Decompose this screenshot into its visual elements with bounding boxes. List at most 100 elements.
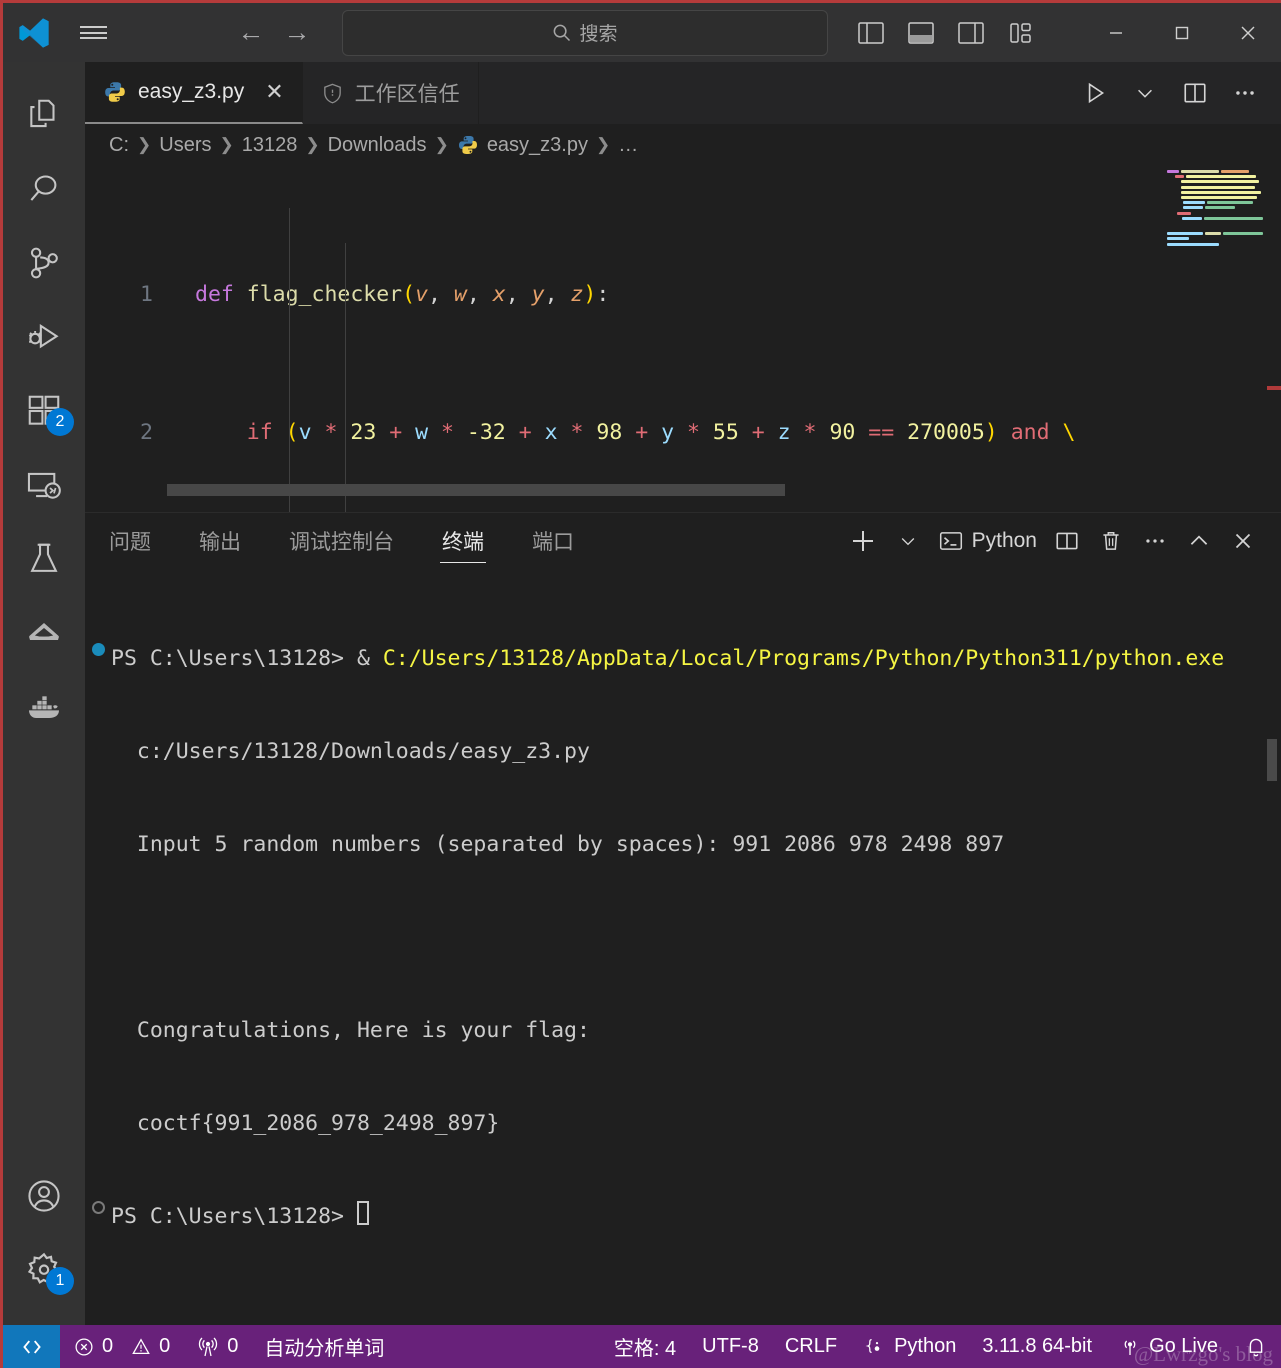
source-control-icon — [30, 247, 58, 279]
workbench-body: 2 1 easy_z3.py ✕ 工作区信任 C: ❯ Users ❯ 1312… — [3, 62, 1281, 1325]
line-number: 1 — [140, 281, 153, 307]
tab-ports[interactable]: 端口 — [530, 520, 576, 562]
more-actions-button[interactable] — [1223, 71, 1267, 115]
status-eol[interactable]: CRLF — [772, 1325, 850, 1368]
menu-bar-2 — [79, 31, 107, 34]
close-icon[interactable]: ✕ — [265, 79, 283, 105]
close-panel-button[interactable] — [1223, 519, 1263, 563]
status-interpreter[interactable]: 3.11.8 64-bit — [969, 1325, 1105, 1368]
remote-indicator-button[interactable] — [3, 1325, 60, 1368]
panel-more-actions-button[interactable] — [1135, 519, 1175, 563]
status-notifications[interactable] — [1231, 1325, 1281, 1368]
minimap[interactable] — [1163, 166, 1267, 512]
editor-tab-bar: easy_z3.py ✕ 工作区信任 — [85, 62, 1281, 124]
terminal-shell-entry[interactable]: Python — [932, 519, 1043, 563]
sidebar-item-anaconda[interactable] — [3, 596, 85, 670]
search-icon — [30, 175, 57, 201]
tab-debug-console[interactable]: 调试控制台 — [287, 520, 396, 562]
tab-problems[interactable]: 问题 — [107, 520, 153, 562]
customize-layout-icon[interactable] — [1006, 18, 1036, 48]
command-center-search[interactable]: 搜索 — [342, 9, 828, 56]
terminal-output[interactable]: PS C:\Users\13128> & C:/Users/13128/AppD… — [85, 569, 1281, 1325]
menu-bar-3 — [79, 37, 107, 39]
breadcrumb-item-users[interactable]: Users — [159, 134, 211, 157]
terminal-prompt: PS C:\Users\13128> — [111, 1204, 357, 1229]
terminal-line: c:/Users/13128/Downloads/easy_z3.py — [85, 736, 1281, 767]
debug-icon — [29, 324, 59, 349]
maximize-panel-button[interactable] — [1179, 519, 1219, 563]
minimize-button[interactable] — [1083, 3, 1149, 62]
breadcrumb-item-drive[interactable]: C: — [109, 134, 129, 157]
editor-horizontal-scrollbar[interactable] — [167, 484, 1163, 496]
sidebar-item-remote-explorer[interactable] — [3, 448, 85, 522]
status-dot-icon — [91, 643, 105, 656]
close-button[interactable] — [1215, 3, 1281, 62]
status-go-live[interactable]: Go Live — [1105, 1325, 1231, 1368]
run-python-file-button[interactable] — [1073, 71, 1117, 115]
breadcrumb-item-file[interactable]: easy_z3.py — [487, 134, 588, 157]
python-brackets-icon — [865, 1338, 880, 1353]
breadcrumb: C: ❯ Users ❯ 13128 ❯ Downloads ❯ easy_z3… — [85, 124, 1281, 166]
breadcrumb-item-symbols[interactable]: … — [618, 134, 638, 157]
sidebar-item-accounts[interactable] — [3, 1159, 85, 1233]
sidebar-item-run-and-debug[interactable] — [3, 300, 85, 374]
run-options-dropdown[interactable] — [1123, 71, 1167, 115]
maximize-button[interactable] — [1149, 3, 1215, 62]
python-icon — [105, 82, 125, 102]
toggle-primary-sidebar-icon[interactable] — [856, 18, 886, 48]
language-label: Python — [894, 1335, 957, 1357]
toggle-secondary-sidebar-icon[interactable] — [956, 18, 986, 48]
menu-button[interactable] — [65, 23, 121, 43]
search-placeholder: 搜索 — [579, 24, 618, 45]
editor-vertical-scrollbar[interactable] — [1267, 166, 1281, 512]
terminal-text: Congratulations, Here is your flag: — [111, 1018, 590, 1043]
line-content: if (v * 23 + w * -32 + x * 98 + y * 55 +… — [246, 419, 1076, 445]
go-forward-button[interactable]: → — [282, 19, 312, 46]
warning-count: 0 — [159, 1335, 171, 1357]
editor-tab-easy_z3[interactable]: easy_z3.py ✕ — [85, 62, 303, 124]
tab-output[interactable]: 输出 — [197, 520, 243, 562]
toggle-panel-icon[interactable] — [906, 18, 936, 48]
sidebar-item-extensions[interactable]: 2 — [3, 374, 85, 448]
split-editor-right-button[interactable] — [1173, 71, 1217, 115]
menu-bar-1 — [79, 26, 107, 28]
overview-marker — [1267, 386, 1281, 390]
status-encoding[interactable]: UTF-8 — [689, 1325, 772, 1368]
line-content: def flag_checker(v, w, x, y, z): — [195, 281, 610, 307]
eol-label: CRLF — [784, 1335, 838, 1357]
sidebar-item-testing[interactable] — [3, 522, 85, 596]
sidebar-item-settings[interactable]: 1 — [3, 1233, 85, 1307]
split-terminal-button[interactable] — [1047, 519, 1087, 563]
terminal-scrollbar[interactable] — [1267, 739, 1277, 781]
encoding-label: UTF-8 — [702, 1335, 759, 1357]
terminal-text-flag: coctf{991_2086_978_2498_897} — [111, 1111, 500, 1136]
panel-header: 问题 输出 调试控制台 终端 端口 Python — [85, 513, 1281, 569]
status-language-mode[interactable]: Python — [850, 1325, 969, 1368]
vscode-window: ← → 搜索 2 1 easy_z3.py ✕ 工作区信任 C: ❯ Users… — [0, 0, 1281, 1368]
new-terminal-button[interactable] — [842, 519, 884, 563]
editor-tab-workspace-trust[interactable]: 工作区信任 — [302, 62, 479, 124]
status-problems[interactable]: 0 0 — [60, 1325, 183, 1368]
breadcrumb-item-downloads[interactable]: Downloads — [328, 134, 427, 157]
sidebar-item-docker[interactable] — [3, 670, 85, 744]
breadcrumb-item-13128[interactable]: 13128 — [242, 134, 298, 157]
status-ports[interactable]: 0 — [183, 1325, 251, 1368]
status-spell-checker[interactable]: 自动分析单词 — [251, 1325, 397, 1368]
sidebar-item-source-control[interactable] — [3, 226, 85, 300]
activity-bar: 2 1 — [3, 62, 85, 1325]
spell-checker-label: 自动分析单词 — [264, 1338, 385, 1360]
window-controls — [1083, 3, 1281, 62]
sidebar-item-explorer[interactable] — [3, 78, 85, 152]
tab-terminal[interactable]: 终端 — [440, 520, 486, 563]
sidebar-item-search[interactable] — [3, 152, 85, 226]
error-icon — [75, 1337, 93, 1356]
scrollbar-thumb[interactable] — [167, 484, 785, 496]
new-terminal-dropdown[interactable] — [888, 519, 928, 563]
code-editor[interactable]: 1 def flag_checker(v, w, x, y, z): 2 if … — [85, 166, 1281, 512]
chevron-right-icon: ❯ — [305, 135, 320, 154]
status-indentation[interactable]: 空格: 4 — [601, 1325, 689, 1368]
terminal-line: PS C:\Users\13128> & C:/Users/13128/AppD… — [85, 643, 1281, 674]
go-back-button[interactable]: ← — [236, 19, 266, 46]
extensions-badge: 2 — [46, 408, 74, 436]
kill-terminal-button[interactable] — [1091, 519, 1131, 563]
